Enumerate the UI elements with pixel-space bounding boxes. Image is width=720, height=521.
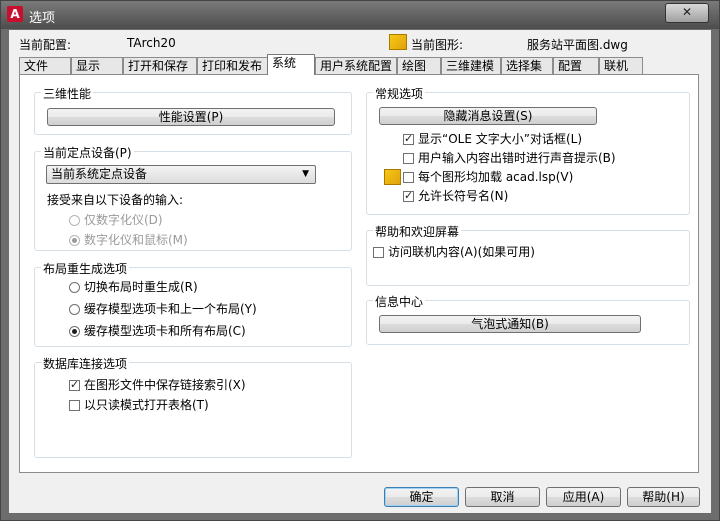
checkbox-access-online-content[interactable]: 访问联机内容(A)(如果可用) (373, 244, 535, 260)
group-db-connectivity: 数据库连接选项 在图形文件中保存链接索引(X) 以只读模式打开表格(T) (34, 355, 352, 458)
group-3d-performance: 三维性能 性能设置(P) (34, 85, 352, 135)
checkbox-long-symbol-names[interactable]: 允许长符号名(N) (403, 188, 508, 204)
checkbox-icon (69, 377, 80, 393)
checkbox-label: 在图形文件中保存链接索引(X) (84, 378, 246, 392)
apply-button[interactable]: 应用(A) (546, 487, 621, 507)
dialog-client-area: 当前配置: TArch20 当前图形: 服务站平面图.dwg 文件 显示 打开和… (9, 30, 711, 513)
radio-digitizer-only[interactable]: 仅数字化仪(D) (69, 212, 163, 228)
current-profile-value: TArch20 (127, 36, 176, 50)
pointing-device-select[interactable]: 当前系统定点设备 ▼ (46, 165, 316, 184)
radio-label: 切换布局时重生成(R) (84, 280, 198, 294)
autocad-logo-icon: A (7, 6, 23, 22)
group-title: 三维性能 (41, 85, 94, 102)
group-info-center: 信息中心 气泡式通知(B) (366, 293, 690, 345)
radio-icon (69, 304, 80, 315)
group-title: 常规选项 (373, 85, 426, 102)
tab-drafting[interactable]: 绘图 (397, 57, 441, 74)
tab-plot-publish[interactable]: 打印和发布 (197, 57, 269, 74)
checkbox-icon (403, 172, 414, 183)
tab-files[interactable]: 文件 (19, 57, 71, 74)
group-pointing-device: 当前定点设备(P) 当前系统定点设备 ▼ 接受来自以下设备的输入: 仅数字化仪(… (34, 144, 352, 251)
checkbox-label: 用户输入内容出错时进行声音提示(B) (418, 151, 616, 165)
balloon-notification-button[interactable]: 气泡式通知(B) (379, 315, 641, 333)
radio-label: 缓存模型选项卡和所有布局(C) (84, 324, 246, 338)
title-bar[interactable]: A 选项 ✕ (1, 1, 719, 29)
tab-system[interactable]: 系统 (267, 54, 315, 75)
checkbox-load-acad-lsp[interactable]: 每个图形均加载 acad.lsp(V) (403, 169, 573, 185)
checkbox-icon (373, 247, 384, 258)
help-button[interactable]: 帮助(H) (627, 487, 700, 507)
window-title: 选项 (29, 11, 56, 26)
options-dialog: A 选项 ✕ 当前配置: TArch20 当前图形: 服务站平面图.dwg 文件… (0, 0, 720, 521)
checkbox-label: 允许长符号名(N) (418, 189, 509, 203)
group-title: 信息中心 (373, 293, 426, 310)
radio-icon (69, 235, 80, 246)
registry-setting-icon (384, 169, 401, 185)
checkbox-label: 以只读模式打开表格(T) (84, 398, 209, 412)
tab-3d-modeling[interactable]: 三维建模 (441, 57, 501, 74)
checkbox-ole-text-size[interactable]: 显示“OLE 文字大小”对话框(L) (403, 131, 582, 147)
radio-icon (69, 215, 80, 226)
current-drawing-value: 服务站平面图.dwg (527, 38, 628, 52)
radio-icon (69, 282, 80, 293)
drawing-file-icon (389, 34, 407, 50)
tab-open-save[interactable]: 打开和保存 (123, 57, 197, 74)
checkbox-icon (403, 188, 414, 204)
tab-display[interactable]: 显示 (71, 57, 123, 74)
radio-label: 缓存模型选项卡和上一个布局(Y) (84, 302, 257, 316)
accept-input-label: 接受来自以下设备的输入: (47, 193, 184, 207)
chevron-down-icon: ▼ (302, 169, 309, 179)
tab-profiles[interactable]: 配置 (553, 57, 599, 74)
group-title: 当前定点设备(P) (41, 144, 134, 161)
radio-regen-on-switch[interactable]: 切换布局时重生成(R) (69, 279, 198, 295)
checkbox-icon (69, 400, 80, 411)
checkbox-icon (403, 131, 414, 147)
radio-label: 数字化仪和鼠标(M) (84, 233, 188, 247)
checkbox-label: 访问联机内容(A)(如果可用) (388, 245, 535, 259)
cancel-button[interactable]: 取消 (465, 487, 540, 507)
checkbox-beep-on-error[interactable]: 用户输入内容出错时进行声音提示(B) (403, 150, 616, 166)
group-help-welcome: 帮助和欢迎屏幕 访问联机内容(A)(如果可用) (366, 223, 690, 286)
radio-label: 仅数字化仪(D) (84, 213, 163, 227)
group-title: 帮助和欢迎屏幕 (373, 223, 462, 240)
close-button[interactable]: ✕ (665, 3, 709, 23)
radio-icon (69, 326, 80, 337)
checkbox-icon (403, 153, 414, 164)
tab-user-preferences[interactable]: 用户系统配置 (315, 57, 397, 74)
checkbox-label: 每个图形均加载 acad.lsp(V) (418, 170, 574, 184)
group-layout-regen: 布局重生成选项 切换布局时重生成(R) 缓存模型选项卡和上一个布局(Y) 缓存模… (34, 260, 352, 347)
performance-settings-button[interactable]: 性能设置(P) (47, 108, 335, 126)
radio-cache-model-all[interactable]: 缓存模型选项卡和所有布局(C) (69, 323, 246, 339)
group-general-options: 常规选项 隐藏消息设置(S) 显示“OLE 文字大小”对话框(L) 用户输入内容… (366, 85, 690, 215)
radio-digitizer-and-mouse[interactable]: 数字化仪和鼠标(M) (69, 232, 188, 248)
current-drawing-label: 当前图形: (411, 38, 464, 52)
hidden-message-settings-button[interactable]: 隐藏消息设置(S) (379, 107, 597, 125)
group-title: 数据库连接选项 (41, 355, 130, 372)
checkbox-store-link-index[interactable]: 在图形文件中保存链接索引(X) (69, 377, 246, 393)
system-tab-page: 三维性能 性能设置(P) 当前定点设备(P) 当前系统定点设备 ▼ 接受来自以下… (19, 74, 699, 473)
checkbox-label: 显示“OLE 文字大小”对话框(L) (418, 132, 583, 146)
radio-cache-model-last[interactable]: 缓存模型选项卡和上一个布局(Y) (69, 301, 257, 317)
selected-value: 当前系统定点设备 (51, 167, 148, 181)
current-profile-label: 当前配置: (19, 38, 72, 52)
checkbox-open-readonly[interactable]: 以只读模式打开表格(T) (69, 397, 209, 413)
ok-button[interactable]: 确定 (384, 487, 459, 507)
tab-selection[interactable]: 选择集 (501, 57, 553, 74)
tab-online[interactable]: 联机 (599, 57, 643, 74)
group-title: 布局重生成选项 (41, 260, 130, 277)
